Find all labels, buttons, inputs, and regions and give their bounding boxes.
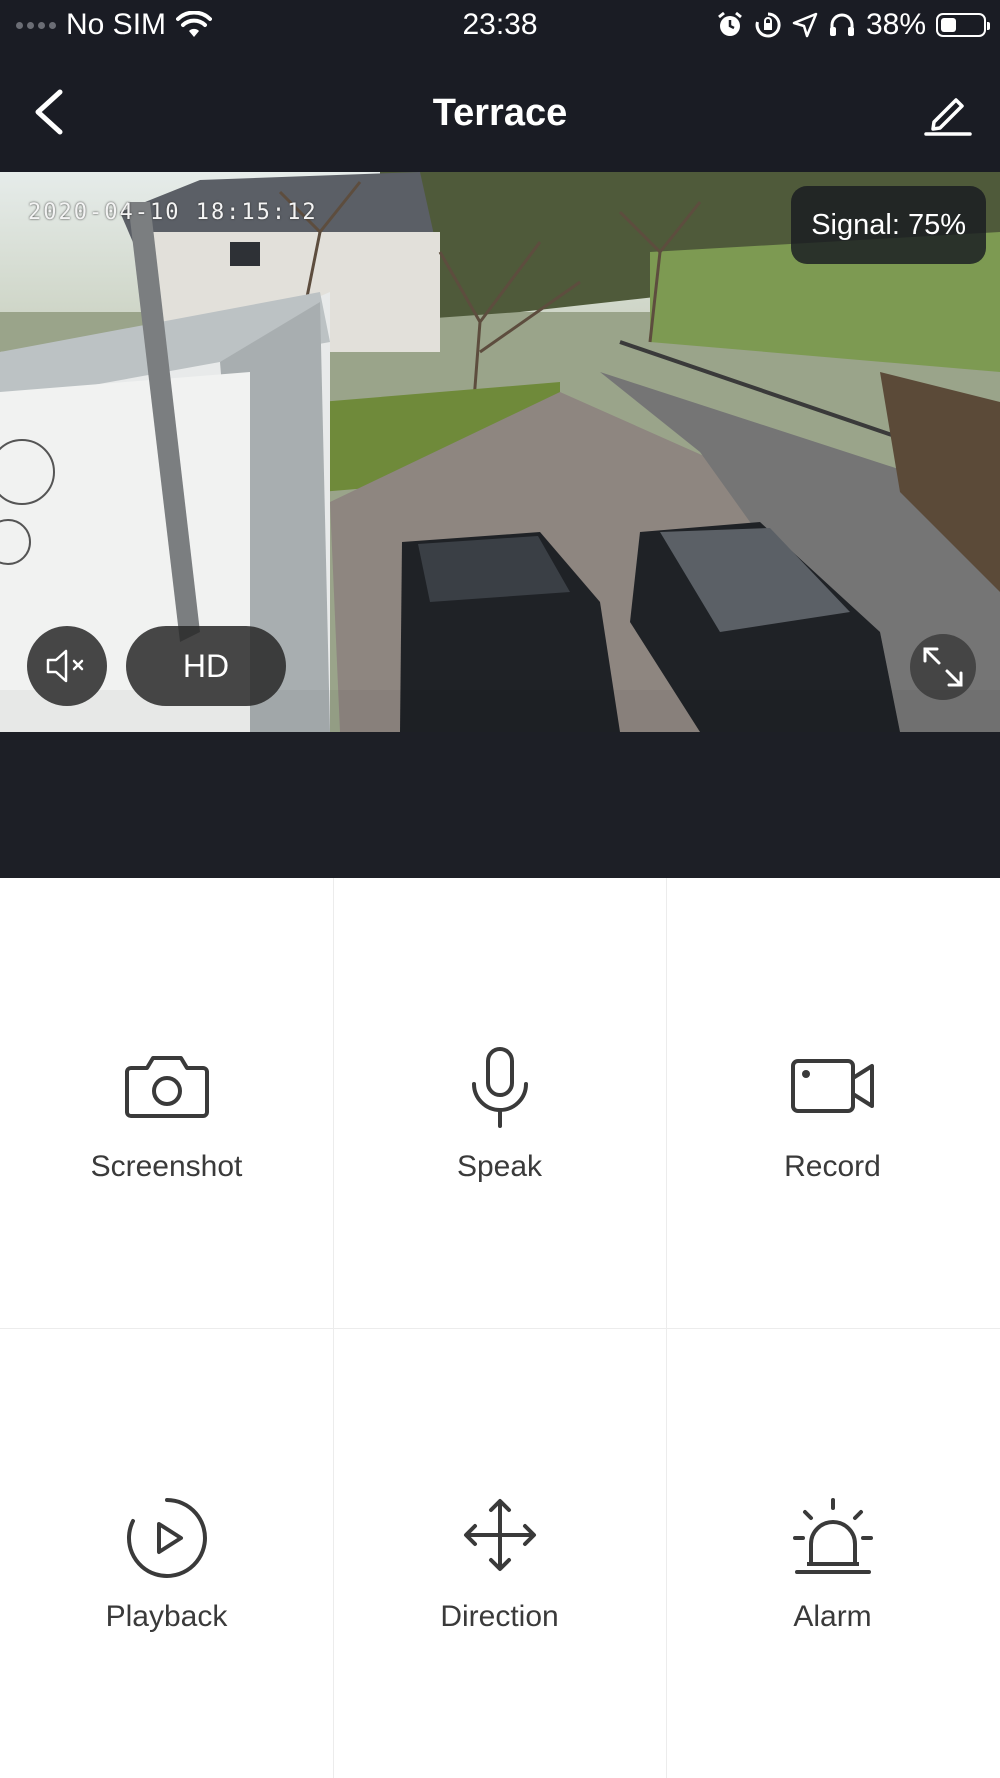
direction-label: Direction [440,1600,559,1633]
speak-button[interactable]: Speak [333,878,666,1328]
playback-label: Playback [105,1600,228,1633]
screenshot-button[interactable]: Screenshot [0,878,333,1328]
control-grid: Screenshot Speak Record Playback Directi… [0,878,1000,1778]
screenshot-label: Screenshot [90,1150,243,1183]
speaker-muted-icon [46,649,84,683]
direction-button[interactable]: Direction [333,1328,666,1778]
expand-icon [923,647,963,687]
signal-strength-badge: Signal: 75% [791,186,986,264]
rotation-lock-icon [755,12,781,38]
quality-toggle-button[interactable]: HD [126,626,286,706]
fullscreen-button[interactable] [910,634,976,700]
record-button[interactable]: Record [666,878,999,1328]
navigation-bar: Terrace [0,52,1000,172]
microphone-icon [471,1047,528,1128]
headphones-icon [829,13,854,36]
video-timestamp: 2020-04-10 18:15:12 [28,200,318,225]
status-right: 38% [716,8,990,42]
record-label: Record [784,1150,881,1183]
pencil-edit-icon[interactable] [922,86,974,138]
page-title: Terrace [432,92,568,134]
move-arrows-icon [463,1499,536,1571]
playback-button[interactable]: Playback [0,1328,333,1778]
camera-icon [124,1056,209,1118]
video-footer-band [0,732,1000,878]
speak-label: Speak [456,1150,543,1183]
battery-percent: 38% [865,8,926,41]
playback-icon [126,1498,207,1578]
location-arrow-icon [792,12,818,38]
status-bar: No SIM 23:38 38% [0,0,1000,52]
alarm-label: Alarm [793,1600,872,1633]
alarm-clock-icon [718,11,742,36]
alarm-button[interactable]: Alarm [666,1328,999,1778]
mute-button[interactable] [27,626,107,706]
battery-icon [936,13,990,37]
siren-icon [792,1498,873,1574]
video-camera-icon [790,1059,874,1113]
live-video-feed[interactable]: 2020-04-10 18:15:12 Signal: 75% HD [0,172,1000,732]
